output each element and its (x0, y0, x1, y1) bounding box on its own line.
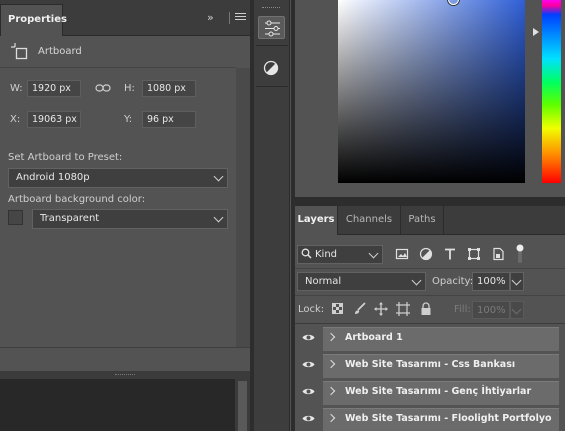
background-color-select[interactable]: Transparent (32, 209, 228, 229)
height-field[interactable]: 1080 px (142, 80, 196, 97)
y-field[interactable]: 96 px (142, 111, 196, 128)
menu-icon[interactable] (235, 13, 246, 21)
tab-paths[interactable]: Paths (400, 206, 444, 235)
sliders-icon (265, 20, 280, 37)
fill-label: Fill: (454, 304, 471, 315)
panel-gutter (295, 197, 565, 206)
divider (295, 268, 565, 269)
chevron-down-icon (511, 304, 522, 315)
layer-row[interactable]: Web Site Tasarımı - Css Bankası (295, 352, 565, 378)
width-label: W: (10, 83, 23, 94)
layer-name: Web Site Tasarımı - Floolight Portfolyo (345, 413, 552, 424)
x-label: X: (10, 114, 21, 125)
chevron-down-icon (213, 171, 224, 182)
x-field[interactable]: 19063 px (27, 111, 81, 128)
eye-icon[interactable] (302, 333, 315, 342)
divider (256, 86, 288, 87)
layer-name: Artboard 1 (345, 332, 403, 343)
layer-row[interactable]: Artboard 1 (295, 325, 565, 351)
y-label: Y: (124, 114, 133, 125)
opacity-label: Opacity: (432, 276, 474, 287)
search-icon (301, 248, 312, 259)
preset-select[interactable]: Android 1080p (8, 168, 228, 188)
layer-name: Web Site Tasarımı - Css Bankası (345, 359, 516, 370)
eye-icon[interactable] (302, 414, 315, 423)
document-area (0, 379, 235, 431)
lock-all-icon[interactable] (419, 302, 433, 316)
chevron-down-icon (511, 275, 522, 286)
hue-slider[interactable] (542, 0, 561, 183)
half-circle-icon (263, 60, 279, 76)
divider (0, 67, 236, 68)
adjustment-filter-icon[interactable] (419, 247, 433, 261)
divider (295, 323, 565, 324)
lock-position-icon[interactable] (374, 302, 388, 316)
fill-field[interactable]: 100% (472, 301, 510, 319)
chevron-down-icon (368, 248, 379, 259)
tab-properties[interactable]: Properties (0, 4, 67, 36)
preset-label: Set Artboard to Preset: (8, 152, 123, 163)
panel-resize-handle[interactable] (0, 371, 250, 379)
background-color-label: Artboard background color: (8, 194, 146, 205)
opacity-field[interactable]: 100% (472, 272, 510, 291)
divider (256, 45, 288, 46)
color-button[interactable] (263, 60, 279, 76)
dock-grip[interactable] (262, 7, 280, 9)
header-divider (229, 12, 230, 24)
fill-dropdown[interactable] (510, 301, 524, 319)
filter-toggle[interactable] (516, 244, 524, 264)
tab-properties-label: Properties (8, 14, 67, 25)
layer-row[interactable]: Web Site Tasarımı - Genç İhtiyarlar (295, 379, 565, 405)
properties-scrollbar[interactable] (236, 68, 250, 348)
saturation-brightness-field[interactable] (338, 0, 525, 183)
link-icon[interactable] (95, 82, 111, 94)
lock-pixels-icon[interactable] (331, 302, 345, 316)
scrollbar-thumb[interactable] (238, 381, 247, 431)
lock-paint-icon[interactable] (353, 302, 367, 316)
shape-filter-icon[interactable] (467, 247, 481, 261)
lock-label: Lock: (298, 304, 325, 315)
preset-value: Android 1080p (16, 172, 90, 183)
background-color-value: Transparent (40, 213, 100, 224)
chevron-down-icon (213, 212, 224, 223)
tab-channels[interactable]: Channels (339, 206, 399, 235)
opacity-dropdown[interactable] (510, 272, 524, 291)
filter-kind-value: Kind (315, 249, 338, 260)
layer-name: Web Site Tasarımı - Genç İhtiyarlar (345, 386, 532, 397)
height-label: H: (124, 83, 135, 94)
collapse-icon[interactable]: » (207, 11, 214, 24)
divider (295, 295, 565, 296)
width-field[interactable]: 1920 px (27, 80, 81, 97)
artboard-icon (10, 42, 30, 62)
blend-mode-value: Normal (305, 276, 342, 287)
lock-artboard-icon[interactable] (396, 302, 410, 316)
eye-icon[interactable] (302, 387, 315, 396)
smart-object-filter-icon[interactable] (491, 247, 505, 261)
eye-icon[interactable] (302, 360, 315, 369)
hue-slider-arrow[interactable] (533, 28, 539, 36)
image-filter-icon[interactable] (395, 247, 409, 261)
adjustments-button[interactable] (258, 16, 285, 39)
section-title: Artboard (38, 46, 82, 57)
blend-mode-select[interactable]: Normal (297, 272, 426, 291)
layer-row[interactable]: Web Site Tasarımı - Floolight Portfolyo (295, 406, 565, 431)
tab-layers[interactable]: Layers (295, 206, 338, 235)
type-filter-icon[interactable] (443, 247, 457, 261)
divider (0, 347, 250, 348)
background-color-swatch[interactable] (8, 210, 23, 225)
chevron-down-icon (411, 275, 422, 286)
